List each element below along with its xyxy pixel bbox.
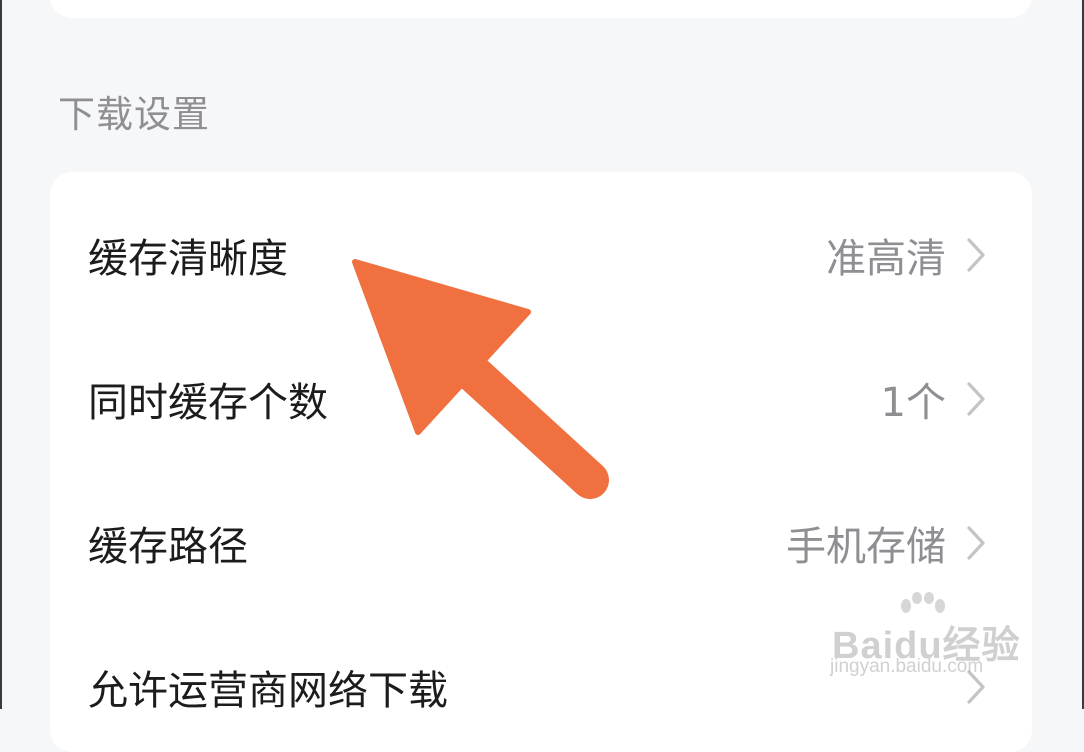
setting-row-concurrent-downloads[interactable]: 同时缓存个数 1个 [50, 334, 1032, 464]
setting-value: 手机存储 [786, 524, 946, 570]
frame-edge-left [0, 0, 2, 709]
setting-value: 准高清 [826, 236, 946, 282]
setting-row-cache-quality[interactable]: 缓存清晰度 准高清 [50, 190, 1032, 320]
chevron-right-icon [967, 670, 985, 704]
chevron-right-icon [967, 526, 985, 560]
download-settings-card: 缓存清晰度 准高清 同时缓存个数 1个 缓存路径 手机存储 允许运营商网络下载 [50, 172, 1032, 752]
setting-row-cache-path[interactable]: 缓存路径 手机存储 [50, 478, 1032, 608]
setting-row-cellular-download[interactable]: 允许运营商网络下载 [50, 622, 1032, 752]
chevron-right-icon [967, 238, 985, 272]
previous-settings-card [50, 0, 1032, 18]
setting-label: 缓存清晰度 [88, 236, 288, 282]
setting-label: 缓存路径 [88, 524, 248, 570]
chevron-right-icon [967, 382, 985, 416]
setting-label: 同时缓存个数 [88, 380, 328, 426]
setting-value: 1个 [880, 380, 946, 426]
setting-label: 允许运营商网络下载 [88, 668, 448, 714]
section-title: 下载设置 [58, 93, 210, 136]
